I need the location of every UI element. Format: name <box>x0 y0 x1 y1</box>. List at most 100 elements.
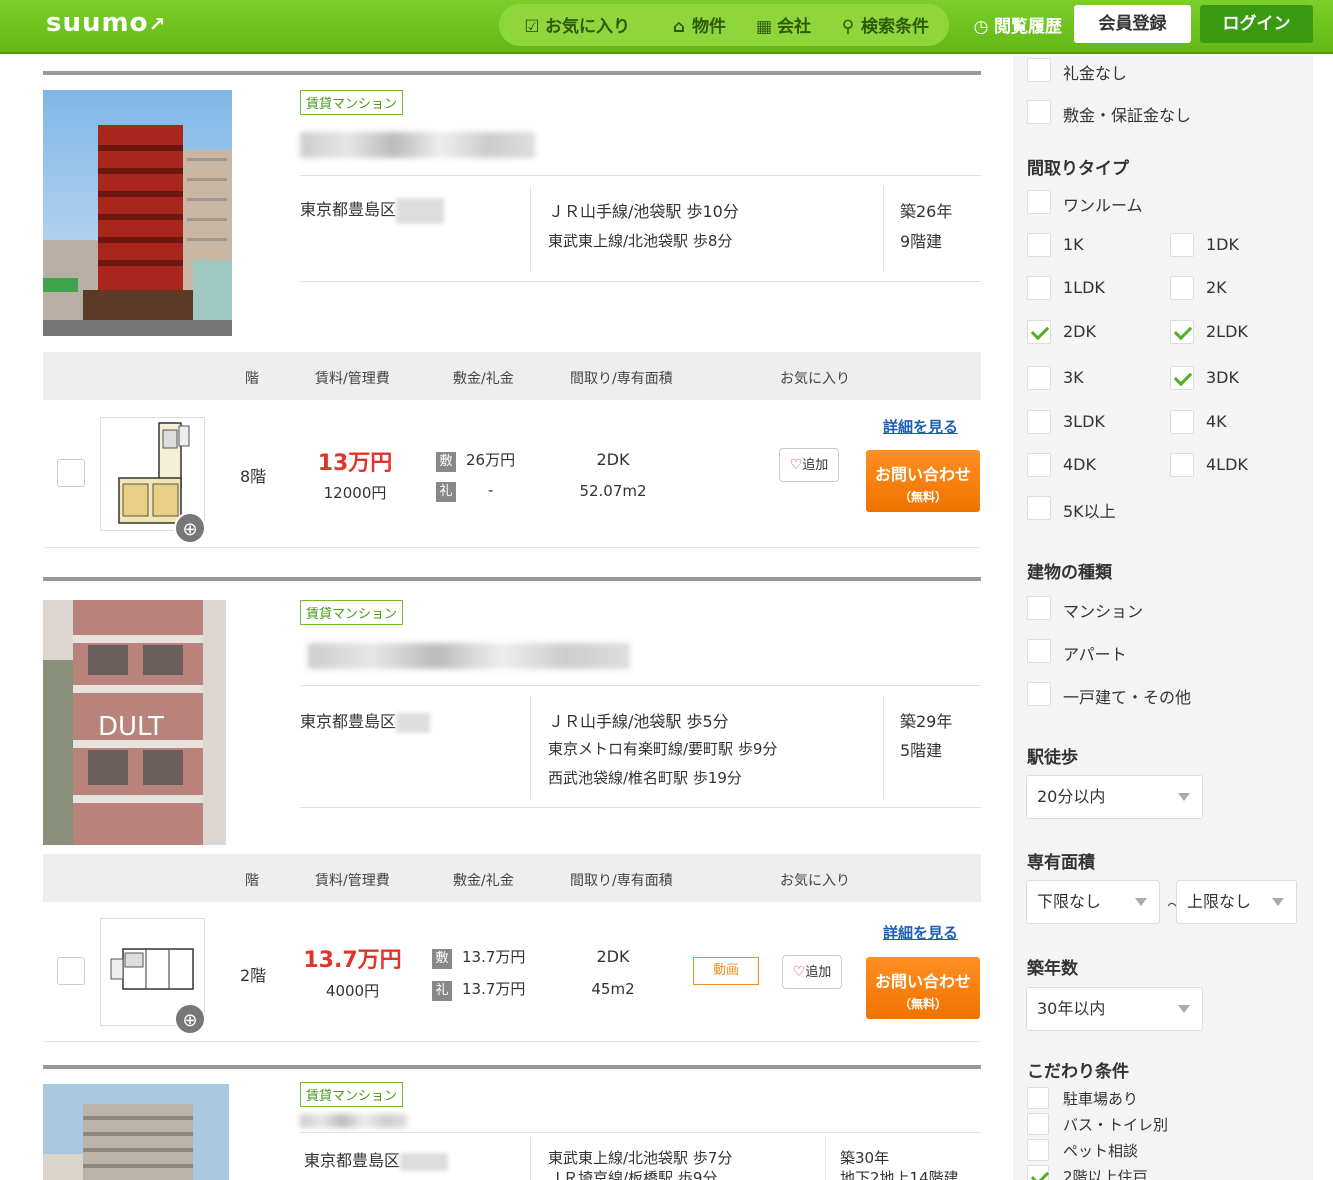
filter-label: 3K <box>1063 368 1084 387</box>
property-type-tag: 賃貸マンション <box>300 600 404 625</box>
nav-history[interactable]: ◷ 閲覧履歴 <box>972 12 1062 37</box>
layout-checkbox-1dk[interactable] <box>1170 233 1194 257</box>
zoom-icon[interactable]: ⊕ <box>174 512 206 544</box>
building-photo[interactable]: DULT <box>43 600 226 845</box>
unit-row: ⊕ 8階 13万円 12000円 敷 26万円 礼- 2DK 52.07m2 ♡追… <box>43 400 981 548</box>
building-age-heading: 築年数 <box>1027 959 1078 979</box>
filter-label: 4K <box>1206 412 1227 431</box>
filter-label: ワンルーム <box>1063 196 1143 215</box>
filter-label: 2LDK <box>1206 322 1248 341</box>
listing-divider <box>43 577 981 581</box>
layout-checkbox-4dk[interactable] <box>1027 453 1051 477</box>
unit-row: ⊕ 2階 13.7万円 4000円 敷 13.7万円 礼 13.7万円 2DK 45… <box>43 902 981 1042</box>
layout-checkbox-2dk[interactable] <box>1027 320 1051 344</box>
unit-table-header: 階 賃料/管理費 敷金/礼金 間取り/専有面積 お気に入り <box>43 352 981 400</box>
layout-checkbox-1k[interactable] <box>1027 233 1051 257</box>
building-photo[interactable] <box>43 90 232 336</box>
filter-label: 5K以上 <box>1063 502 1116 521</box>
login-button[interactable]: ログイン <box>1200 5 1313 43</box>
unit-select-checkbox[interactable] <box>57 459 85 487</box>
nav-search-conditions[interactable]: ⚲ 検索条件 <box>839 12 929 37</box>
view-details-link[interactable]: 詳細を見る <box>883 922 958 943</box>
nav-companies[interactable]: ▦ 会社 <box>755 12 811 37</box>
layout-checkbox-1ldk[interactable] <box>1027 276 1051 300</box>
feature-checkbox-parking[interactable] <box>1027 1087 1049 1109</box>
inquiry-button[interactable]: お問い合わせ （無料） <box>866 957 980 1019</box>
header-favorite: お気に入り <box>780 873 850 889</box>
filter-label: 礼金なし <box>1063 64 1128 83</box>
building-checkbox-apartment[interactable] <box>1027 639 1051 663</box>
video-button[interactable]: 動画 <box>693 957 759 985</box>
clock-icon: ◷ <box>973 17 989 37</box>
building-icon: ▦ <box>755 17 773 37</box>
layout-checkbox-one-room[interactable] <box>1027 190 1051 214</box>
add-favorite-button[interactable]: ♡追加 <box>779 448 839 482</box>
address: 東京都豊島区 <box>300 196 445 224</box>
chevron-down-icon <box>1178 793 1190 801</box>
chevron-down-icon <box>1272 898 1284 906</box>
nav-properties[interactable]: ⌂ 物件 <box>670 12 726 37</box>
station-access: 西武池袋線/椎名町駅 歩19分 <box>548 769 742 787</box>
property-name-redacted <box>300 1114 407 1128</box>
unit-key-money: 礼- <box>436 481 493 502</box>
add-favorite-button[interactable]: ♡追加 <box>782 955 842 989</box>
unit-table-header: 階 賃料/管理費 敷金/礼金 間取り/専有面積 お気に入り <box>43 854 981 902</box>
header-floor: 階 <box>245 371 259 387</box>
layout-checkbox-3k[interactable] <box>1027 366 1051 390</box>
layout-checkbox-4ldk[interactable] <box>1170 453 1194 477</box>
station-access: ＪＲ埼京線/板橋駅 歩9分 <box>548 1169 718 1180</box>
building-age: 築30年 <box>840 1149 890 1167</box>
site-header: suumo↗ ☑ お気に入り ⌂ 物件 ▦ 会社 ⚲ 検索条件 ◷ 閲覧履歴 会員登録 ロ… <box>0 0 1333 54</box>
unit-select-checkbox[interactable] <box>57 957 85 985</box>
floorplan-thumbnail[interactable]: ⊕ <box>100 417 206 544</box>
address-redacted <box>400 1152 449 1171</box>
filter-label: マンション <box>1063 602 1144 621</box>
layout-checkbox-3dk[interactable] <box>1170 366 1194 390</box>
layout-checkbox-5k-plus[interactable] <box>1027 496 1051 520</box>
feature-checkbox-separate-bath[interactable] <box>1027 1113 1049 1135</box>
floorplan-thumbnail[interactable]: ⊕ <box>100 918 206 1035</box>
register-button[interactable]: 会員登録 <box>1074 5 1191 43</box>
layout-checkbox-4k[interactable] <box>1170 410 1194 434</box>
filter-label: 3DK <box>1206 368 1239 387</box>
filter-no-deposit-checkbox[interactable] <box>1027 100 1051 124</box>
property-info: 東京都豊島区 ＪＲ山手線/池袋駅 歩10分 東武東上線/北池袋駅 歩8分 築26… <box>300 175 981 282</box>
filter-no-key-money-checkbox[interactable] <box>1027 58 1051 82</box>
building-checkbox-house[interactable] <box>1027 682 1051 706</box>
unit-admin-fee: 4000円 <box>325 982 380 1000</box>
inquiry-button[interactable]: お問い合わせ （無料） <box>866 450 980 512</box>
station-access: 東武東上線/北池袋駅 歩8分 <box>548 232 733 250</box>
address: 東京都豊島区 <box>300 708 431 733</box>
property-name-redacted <box>300 132 535 158</box>
feature-checkbox-2f-above[interactable] <box>1027 1165 1049 1180</box>
zoom-icon[interactable]: ⊕ <box>174 1003 206 1035</box>
filter-label: 1DK <box>1206 235 1239 254</box>
photo-overlay-text: DULT <box>98 712 164 742</box>
view-details-link[interactable]: 詳細を見る <box>883 416 958 437</box>
address: 東京都豊島区 <box>304 1147 449 1171</box>
station-access: 東京メトロ有楽町線/要町駅 歩9分 <box>548 740 778 758</box>
station-access: ＪＲ山手線/池袋駅 歩5分 <box>548 712 729 731</box>
layout-checkbox-2ldk[interactable] <box>1170 320 1194 344</box>
area-min-select[interactable]: 下限なし <box>1026 880 1160 924</box>
address-redacted <box>396 197 445 224</box>
filter-label: 駐車場あり <box>1063 1090 1139 1108</box>
walk-time-select[interactable]: 20分以内 <box>1026 775 1203 819</box>
building-stories: 地下2地上14階建 <box>840 1169 959 1180</box>
feature-checkbox-pets[interactable] <box>1027 1139 1049 1161</box>
search-icon: ⚲ <box>841 17 855 37</box>
area-max-select[interactable]: 上限なし <box>1176 880 1297 924</box>
layout-checkbox-3ldk[interactable] <box>1027 410 1051 434</box>
building-age: 築29年 <box>900 712 953 731</box>
nav-favorites[interactable]: ☑ お気に入り <box>523 12 630 37</box>
header-rent: 賃料/管理費 <box>315 873 390 889</box>
divider <box>883 696 884 799</box>
unit-floor: 2階 <box>240 966 267 985</box>
building-photo[interactable] <box>43 1084 229 1180</box>
building-age-select[interactable]: 30年以内 <box>1026 987 1203 1031</box>
suumo-logo[interactable]: suumo↗ <box>46 8 166 38</box>
listing-divider <box>43 71 981 75</box>
building-checkbox-mansion[interactable] <box>1027 596 1051 620</box>
listing-divider <box>43 1065 981 1069</box>
layout-checkbox-2k[interactable] <box>1170 276 1194 300</box>
